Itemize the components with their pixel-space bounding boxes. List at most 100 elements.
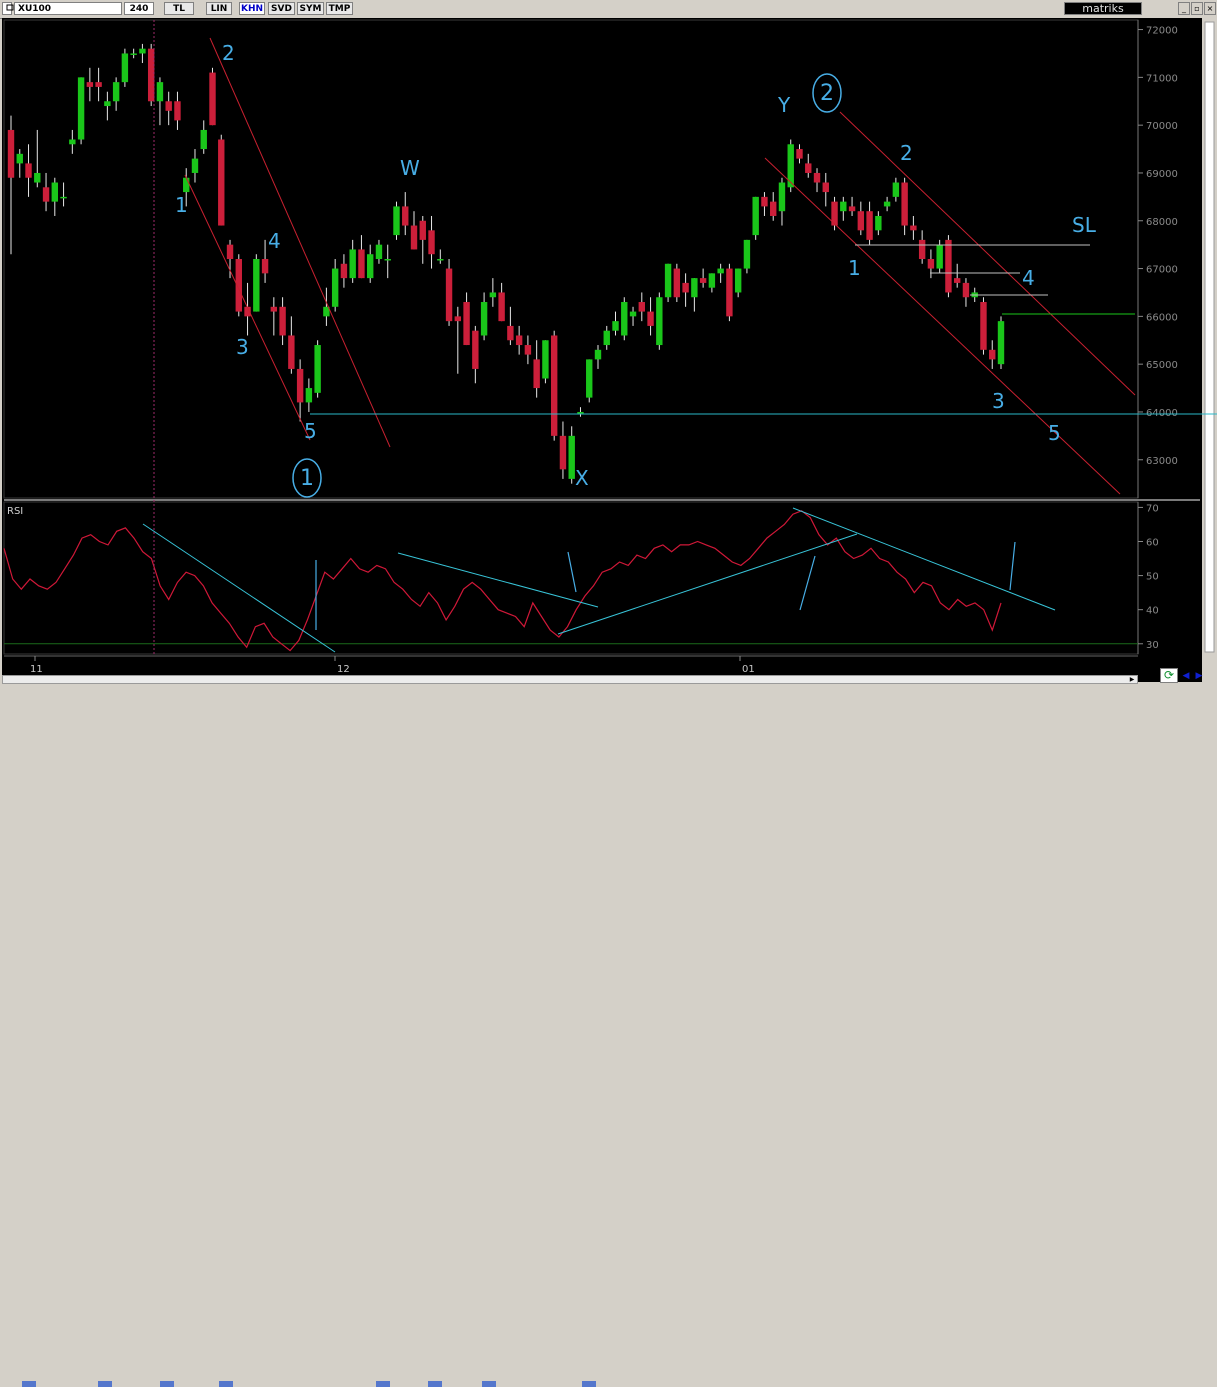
candle-body (586, 359, 593, 398)
candle-body (927, 259, 935, 269)
candle-body (726, 268, 733, 317)
candle-body (866, 211, 873, 240)
candle-body (191, 158, 199, 173)
wave-label: W (400, 156, 420, 180)
taskbar-tab[interactable] (98, 1381, 112, 1387)
y-tick-label: 71000 (1146, 73, 1178, 84)
rsi-y-tick-label: 40 (1146, 606, 1159, 617)
candle-body (699, 278, 707, 283)
scroll-right-icon[interactable]: ▶ (1127, 676, 1137, 683)
candle-body (410, 225, 418, 250)
candle-body (603, 330, 610, 346)
rsi-y-tick-label: 50 (1146, 572, 1159, 583)
candle-body (953, 278, 961, 283)
candle-body (770, 201, 777, 216)
refresh-icon[interactable]: ⟳ (1160, 668, 1178, 683)
candle-body (507, 325, 514, 341)
candle-body (104, 101, 111, 107)
candle-body (314, 345, 321, 393)
candle-body (183, 177, 190, 193)
candle-body (875, 215, 882, 231)
y-tick-label: 66000 (1146, 312, 1178, 323)
candle-body (533, 359, 540, 389)
taskbar-tab[interactable] (482, 1381, 496, 1387)
candle-body (349, 249, 356, 279)
candle-body (629, 311, 637, 317)
wave-label: 4 (1022, 266, 1035, 290)
candle-body (200, 129, 207, 150)
candle-body (165, 101, 172, 111)
candle-body (218, 139, 225, 226)
taskbar-tab[interactable] (376, 1381, 390, 1387)
candle-body (498, 292, 505, 322)
candle-body (980, 302, 987, 350)
y-tick-label: 64000 (1146, 408, 1178, 419)
candle-body (445, 268, 453, 322)
candle-body (147, 48, 155, 102)
candle-body (253, 259, 260, 312)
candle-body (358, 249, 365, 279)
taskbar-tab[interactable] (428, 1381, 442, 1387)
horizontal-scrollbar[interactable] (2, 675, 1138, 684)
candle-body (524, 345, 532, 355)
y-tick-label: 70000 (1146, 121, 1178, 132)
candle-body (594, 349, 602, 360)
taskbar-tab[interactable] (160, 1381, 174, 1387)
vertical-scrollbar[interactable] (1204, 21, 1215, 653)
candle-body (489, 292, 497, 298)
candle-body (621, 302, 628, 336)
candle-body (86, 82, 94, 87)
arrow-right-icon[interactable]: ▶ (1194, 670, 1204, 682)
x-tick-label: 11 (30, 664, 43, 675)
wave-label: 2 (222, 41, 235, 65)
candle-body (577, 411, 584, 414)
rsi-y-tick-label: 30 (1146, 640, 1159, 651)
candle-body (209, 72, 216, 126)
wave-label: 1 (300, 466, 314, 491)
y-tick-label: 69000 (1146, 169, 1178, 180)
candle-body (288, 335, 295, 369)
candle-body (708, 273, 716, 288)
candle-body (34, 172, 41, 183)
taskbar-tab[interactable] (22, 1381, 36, 1387)
candle-body (612, 321, 619, 331)
wave-label: SL (1072, 213, 1097, 237)
candle-body (550, 335, 558, 436)
candle-body (761, 196, 768, 207)
candle-body (883, 201, 891, 207)
chart-area: 72000 71000 70000 69000 68000 67000 66000 65000… (2, 18, 1217, 682)
taskbar-tab[interactable] (582, 1381, 596, 1387)
wave-label: X (575, 466, 589, 490)
candle-body (226, 244, 234, 259)
candle-body (664, 263, 672, 298)
candle-body (778, 182, 786, 212)
candle-body (752, 196, 759, 236)
wave-label: Y (777, 93, 791, 117)
x-tick-label: 01 (742, 664, 755, 675)
candle-body (892, 182, 900, 197)
candle-body (910, 225, 917, 231)
y-tick-label: 67000 (1146, 265, 1178, 276)
candle-body (989, 349, 996, 360)
candle-body (962, 282, 970, 298)
candle-body (480, 302, 488, 336)
candle-body (813, 172, 821, 183)
candle-body (822, 182, 829, 193)
candle-body (691, 278, 698, 298)
candle-body (419, 220, 426, 240)
wave-label: 1 (848, 256, 861, 280)
y-tick-label: 68000 (1146, 217, 1178, 228)
candle-body (568, 435, 575, 479)
candle-body (857, 211, 865, 231)
candle-body (901, 182, 908, 226)
candle-body (945, 239, 952, 293)
x-tick-label: 12 (337, 664, 350, 675)
arrow-left-icon[interactable]: ◀ (1181, 670, 1191, 682)
candle-body (437, 259, 444, 261)
taskbar-tab[interactable] (219, 1381, 233, 1387)
candle-body (296, 368, 304, 403)
candle-body (805, 163, 812, 173)
candle-body (840, 201, 847, 212)
candle-body (384, 259, 391, 261)
candle-body (682, 282, 689, 293)
